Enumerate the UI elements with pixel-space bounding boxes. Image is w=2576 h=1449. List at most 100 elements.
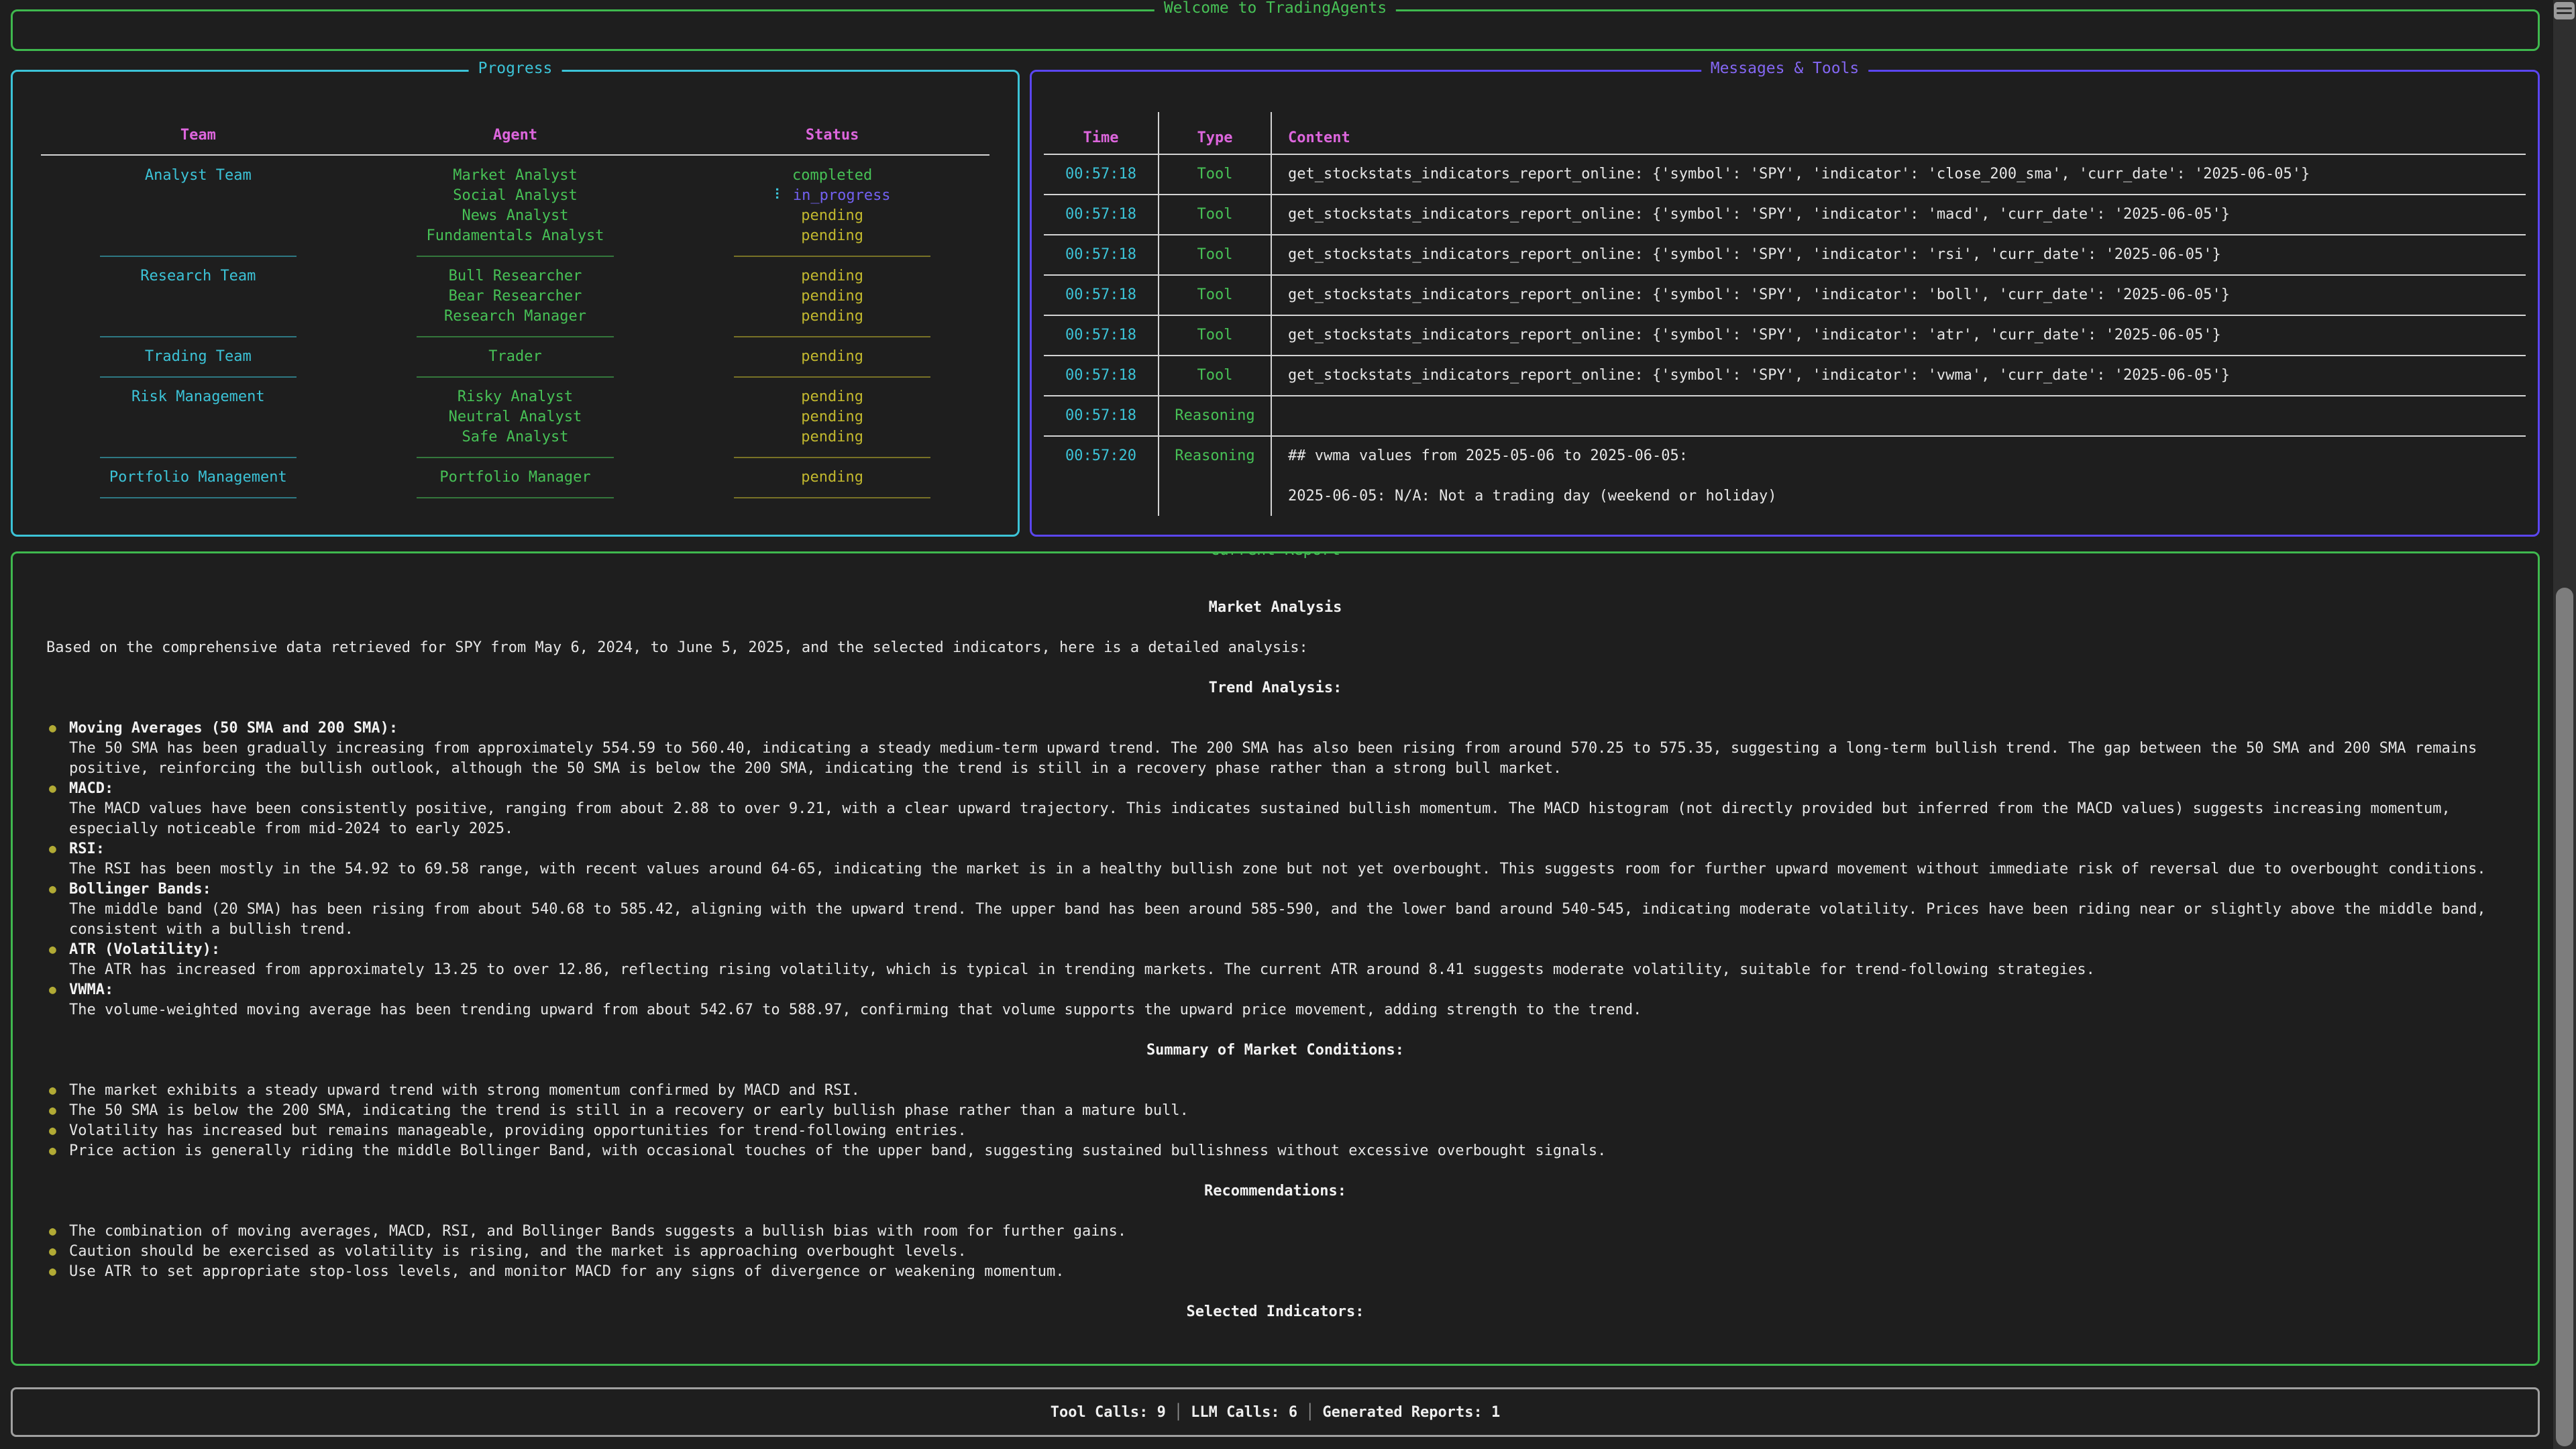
status-badge: pending bbox=[674, 206, 991, 226]
list-item: ● The combination of moving averages, MA… bbox=[46, 1222, 2504, 1242]
bullet-icon: ● bbox=[49, 1081, 56, 1101]
status-badge: pending bbox=[674, 226, 991, 246]
table-row: Trading Team Trader pending bbox=[40, 347, 991, 367]
content-cell bbox=[1272, 396, 2526, 435]
table-row: Analyst Team Market Analyst completed bbox=[40, 166, 991, 186]
agent-label: Bear Researcher bbox=[357, 286, 674, 307]
type-cell: Tool bbox=[1159, 316, 1272, 355]
bullet-icon: ● bbox=[49, 1121, 56, 1141]
bullet-text: Volatility has increased but remains man… bbox=[69, 1122, 967, 1139]
type-cell: Tool bbox=[1159, 356, 1272, 395]
bullet-text: The ATR has increased from approximately… bbox=[69, 961, 2095, 978]
table-row: Neutral Analyst pending bbox=[40, 407, 991, 427]
status-badge: pending bbox=[674, 347, 991, 367]
list-item: ● Use ATR to set appropriate stop-loss l… bbox=[46, 1262, 2504, 1282]
time-cell: 00:57:18 bbox=[1044, 195, 1159, 234]
content-cell: get_stockstats_indicators_report_online:… bbox=[1272, 356, 2526, 395]
stat-generated-reports: Generated Reports: 1 bbox=[1322, 1404, 1500, 1421]
trend-list: ● Moving Averages (50 SMA and 200 SMA): … bbox=[46, 718, 2504, 1020]
bullet-icon: ● bbox=[49, 1141, 56, 1161]
status-badge: pending bbox=[674, 407, 991, 427]
scrollbar-thumb[interactable] bbox=[2556, 588, 2573, 1446]
list-item: ● VWMA: The volume-weighted moving avera… bbox=[46, 980, 2504, 1020]
content-cell: get_stockstats_indicators_report_online:… bbox=[1272, 195, 2526, 234]
group-separator bbox=[40, 246, 991, 266]
message-row: 00:57:20 Reasoning ## vwma values from 2… bbox=[1044, 437, 2526, 516]
list-item: ● The market exhibits a steady upward tr… bbox=[46, 1081, 2504, 1101]
table-row: News Analyst pending bbox=[40, 206, 991, 226]
recommendations-list: ● The combination of moving averages, MA… bbox=[46, 1222, 2504, 1282]
bullet-text: The 50 SMA is below the 200 SMA, indicat… bbox=[69, 1102, 1189, 1119]
bullet-label: VWMA: bbox=[69, 980, 2504, 1000]
message-row: 00:57:18 Tool get_stockstats_indicators_… bbox=[1044, 235, 2526, 276]
bullet-text: The 50 SMA has been gradually increasing… bbox=[69, 740, 2477, 777]
scrollbar-track[interactable] bbox=[2553, 0, 2576, 1449]
bullet-icon: ● bbox=[49, 1262, 56, 1282]
bullet-text: The MACD values have been consistently p… bbox=[69, 800, 2451, 837]
message-row: 00:57:18 Tool get_stockstats_indicators_… bbox=[1044, 356, 2526, 396]
bullet-label: ATR (Volatility): bbox=[69, 940, 2504, 960]
bullet-label: Moving Averages (50 SMA and 200 SMA): bbox=[69, 718, 2504, 739]
agent-label: News Analyst bbox=[357, 206, 674, 226]
column-header-type: Type bbox=[1159, 112, 1272, 154]
messages-panel: Messages & Tools Time Type Content 00:57… bbox=[1030, 70, 2540, 537]
bullet-label: MACD: bbox=[69, 779, 2504, 799]
agent-label: Fundamentals Analyst bbox=[357, 226, 674, 246]
progress-panel: Progress Team Agent Status Analyst Team … bbox=[11, 70, 1020, 537]
agent-label: Research Manager bbox=[357, 307, 674, 327]
group-separator bbox=[40, 327, 991, 347]
list-item: ● Volatility has increased but remains m… bbox=[46, 1121, 2504, 1141]
report-heading: Market Analysis bbox=[46, 598, 2504, 618]
list-item: ● Moving Averages (50 SMA and 200 SMA): … bbox=[46, 718, 2504, 779]
agent-label: Safe Analyst bbox=[357, 427, 674, 447]
time-cell: 00:57:18 bbox=[1044, 276, 1159, 315]
time-cell: 00:57:18 bbox=[1044, 396, 1159, 435]
bullet-label: Bollinger Bands: bbox=[69, 879, 2504, 900]
progress-table: Team Agent Status Analyst Team Market An… bbox=[13, 72, 1018, 508]
message-row: 00:57:18 Tool get_stockstats_indicators_… bbox=[1044, 276, 2526, 316]
bullet-text: Caution should be exercised as volatilit… bbox=[69, 1243, 967, 1260]
bullet-text: The RSI has been mostly in the 54.92 to … bbox=[69, 861, 2486, 877]
team-label: Analyst Team bbox=[40, 166, 357, 186]
agent-label: Social Analyst bbox=[357, 186, 674, 206]
agent-label: Portfolio Manager bbox=[357, 468, 674, 488]
content-cell: get_stockstats_indicators_report_online:… bbox=[1272, 276, 2526, 315]
group-separator bbox=[40, 488, 991, 508]
stat-separator: │ bbox=[1297, 1404, 1322, 1421]
bullet-label: RSI: bbox=[69, 839, 2504, 859]
bullet-icon: ● bbox=[49, 980, 56, 1000]
menu-icon[interactable] bbox=[2554, 2, 2575, 19]
time-cell: 00:57:18 bbox=[1044, 356, 1159, 395]
summary-list: ● The market exhibits a steady upward tr… bbox=[46, 1081, 2504, 1161]
type-cell: Tool bbox=[1159, 195, 1272, 234]
list-item: ● RSI: The RSI has been mostly in the 54… bbox=[46, 839, 2504, 879]
welcome-panel: Welcome to TradingAgents bbox=[11, 9, 2540, 51]
status-badge: pending bbox=[674, 266, 991, 286]
table-row: Research Team Bull Researcher pending bbox=[40, 266, 991, 286]
content-cell: get_stockstats_indicators_report_online:… bbox=[1272, 155, 2526, 194]
agent-label: Neutral Analyst bbox=[357, 407, 674, 427]
messages-title: Messages & Tools bbox=[1701, 60, 1869, 77]
team-label: Risk Management bbox=[40, 387, 357, 407]
table-row: Bear Researcher pending bbox=[40, 286, 991, 307]
section-heading-summary: Summary of Market Conditions: bbox=[46, 1040, 2504, 1061]
section-heading-selected-indicators: Selected Indicators: bbox=[46, 1302, 2504, 1322]
spinner-icon: ⠇ bbox=[774, 187, 785, 204]
agent-label: Bull Researcher bbox=[357, 266, 674, 286]
team-label: Research Team bbox=[40, 266, 357, 286]
team-label: Portfolio Management bbox=[40, 468, 357, 488]
bullet-icon: ● bbox=[49, 1101, 56, 1121]
status-badge: pending bbox=[674, 468, 991, 488]
messages-header-row: Time Type Content bbox=[1044, 112, 2526, 155]
bullet-icon: ● bbox=[49, 718, 56, 739]
group-separator bbox=[40, 447, 991, 468]
message-row: 00:57:18 Tool get_stockstats_indicators_… bbox=[1044, 195, 2526, 235]
status-badge: completed bbox=[674, 166, 991, 186]
bullet-text: The combination of moving averages, MACD… bbox=[69, 1223, 1126, 1240]
bullet-icon: ● bbox=[49, 1222, 56, 1242]
type-cell: Tool bbox=[1159, 155, 1272, 194]
list-item: ● Bollinger Bands: The middle band (20 S… bbox=[46, 879, 2504, 940]
time-cell: 00:57:18 bbox=[1044, 235, 1159, 274]
agent-label: Market Analyst bbox=[357, 166, 674, 186]
type-cell: Reasoning bbox=[1159, 437, 1272, 516]
